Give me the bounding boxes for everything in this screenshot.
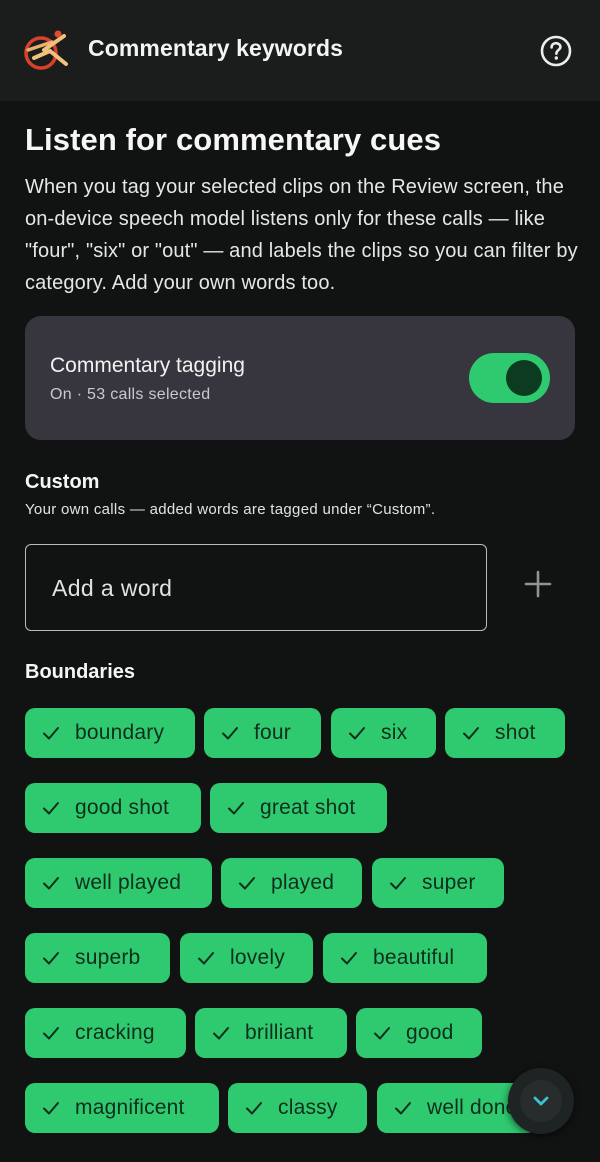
plus-icon[interactable]: [519, 565, 557, 603]
check-icon: [43, 877, 59, 890]
commentary-tagging-toggle[interactable]: [469, 353, 550, 403]
app-bar: Commentary keywords: [0, 0, 600, 101]
keyword-chip-label: well played: [75, 871, 182, 894]
intro-text: When you tag your selected clips on the …: [25, 176, 578, 294]
check-icon: [198, 952, 214, 965]
check-icon: [43, 727, 59, 740]
check-icon: [228, 802, 244, 815]
keyword-chip-played[interactable]: played: [221, 858, 362, 908]
check-icon: [349, 727, 365, 740]
keyword-chip-boundary[interactable]: boundary: [25, 708, 195, 758]
keyword-chip-beautiful[interactable]: beautiful: [323, 933, 487, 983]
keyword-chip-label: classy: [278, 1096, 338, 1119]
keyword-chip-label: boundary: [75, 721, 165, 744]
keyword-chip-label: good: [406, 1021, 454, 1044]
chevron-down-icon: [533, 1096, 549, 1106]
help-icon[interactable]: [539, 34, 573, 68]
section-heading: Listen for commentary cues: [25, 122, 442, 157]
check-icon: [43, 802, 59, 815]
keyword-chip-good[interactable]: good: [356, 1008, 482, 1058]
check-icon: [341, 952, 357, 965]
commentary-keywords-screen: Commentary keywords Listen for commentar…: [0, 0, 600, 1162]
scroll-down-button-inner: [520, 1080, 562, 1122]
keyword-chip-classy[interactable]: classy: [228, 1083, 367, 1133]
keyword-chip-magnificent[interactable]: magnificent: [25, 1083, 219, 1133]
custom-section-title: Custom: [25, 471, 100, 493]
commentary-tagging-title: Commentary tagging: [50, 354, 245, 377]
screen-title: Commentary keywords: [88, 35, 343, 61]
add-word-input[interactable]: [50, 545, 464, 631]
keyword-chip-six[interactable]: six: [331, 708, 436, 758]
check-icon: [374, 1027, 390, 1040]
keyword-chip-good-shot[interactable]: good shot: [25, 783, 201, 833]
keyword-chip-label: super: [422, 871, 476, 894]
keyword-chip-lovely[interactable]: lovely: [180, 933, 313, 983]
check-icon: [43, 952, 59, 965]
commentary-tagging-card[interactable]: Commentary tagging On · 53 calls selecte…: [25, 316, 575, 440]
check-icon: [463, 727, 479, 740]
keyword-chip-well-played[interactable]: well played: [25, 858, 212, 908]
keyword-chip-label: superb: [75, 946, 141, 969]
app-logo-icon: [22, 28, 68, 74]
keyword-chip-label: great shot: [260, 796, 356, 819]
keyword-chip-label: beautiful: [373, 946, 455, 969]
keyword-chip-label: brilliant: [245, 1021, 314, 1044]
keyword-chip-great-shot[interactable]: great shot: [210, 783, 387, 833]
check-icon: [43, 1027, 59, 1040]
scroll-down-button[interactable]: [508, 1068, 574, 1134]
keyword-chip-label: well done: [427, 1096, 518, 1119]
add-word-field[interactable]: [25, 544, 487, 631]
check-icon: [246, 1102, 262, 1115]
keyword-chip-super[interactable]: super: [372, 858, 504, 908]
keyword-chip-label: shot: [495, 721, 536, 744]
keyword-chip-cracking[interactable]: cracking: [25, 1008, 186, 1058]
keyword-chip-shot[interactable]: shot: [445, 708, 565, 758]
toggle-knob: [506, 360, 542, 396]
keyword-chip-label: magnificent: [75, 1096, 185, 1119]
check-icon: [213, 1027, 229, 1040]
check-icon: [43, 1102, 59, 1115]
check-icon: [239, 877, 255, 890]
check-icon: [395, 1102, 411, 1115]
commentary-tagging-status: On · 53 calls selected: [50, 386, 211, 403]
boundaries-section-title: Boundaries: [25, 661, 136, 683]
keyword-chip-label: played: [271, 871, 335, 894]
keyword-chip-label: good shot: [75, 796, 170, 819]
keyword-chip-label: six: [381, 721, 408, 744]
keyword-chip-label: four: [254, 721, 291, 744]
custom-section-description: Your own calls — added words are tagged …: [25, 501, 436, 518]
check-icon: [222, 727, 238, 740]
keyword-chip-four[interactable]: four: [204, 708, 321, 758]
check-icon: [390, 877, 406, 890]
keyword-chip-label: cracking: [75, 1021, 155, 1044]
keyword-chip-label: lovely: [230, 946, 285, 969]
keyword-chip-brilliant[interactable]: brilliant: [195, 1008, 347, 1058]
keyword-chip-superb[interactable]: superb: [25, 933, 170, 983]
